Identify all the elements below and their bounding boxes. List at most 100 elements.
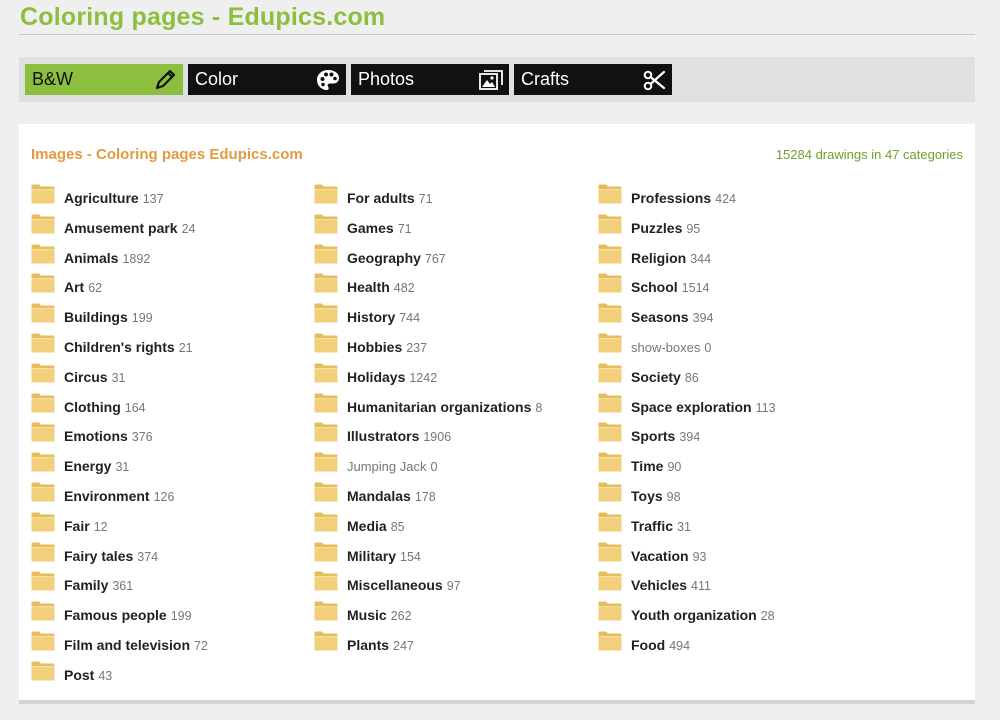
- category-link[interactable]: Vacation 93: [631, 548, 707, 564]
- category-item[interactable]: Health 482: [314, 273, 594, 303]
- category-link[interactable]: Famous people 199: [64, 607, 192, 623]
- category-item[interactable]: Military 154: [314, 542, 594, 572]
- category-link[interactable]: show-boxes 0: [631, 339, 711, 355]
- category-link[interactable]: Environment 126: [64, 488, 174, 504]
- category-link[interactable]: Animals 1892: [64, 250, 150, 266]
- category-item[interactable]: Energy 31: [31, 452, 311, 482]
- category-link[interactable]: Energy 31: [64, 458, 129, 474]
- category-link[interactable]: Food 494: [631, 637, 690, 653]
- category-item[interactable]: Puzzles 95: [598, 214, 878, 244]
- category-link[interactable]: Amusement park 24: [64, 220, 196, 236]
- category-item[interactable]: Vacation 93: [598, 542, 878, 572]
- category-link[interactable]: Games 71: [347, 220, 412, 236]
- category-item[interactable]: Environment 126: [31, 482, 311, 512]
- tab-crafts[interactable]: Crafts: [514, 64, 672, 95]
- category-link[interactable]: Seasons 394: [631, 309, 713, 325]
- category-link[interactable]: Toys 98: [631, 488, 681, 504]
- category-item[interactable]: Seasons 394: [598, 303, 878, 333]
- category-item[interactable]: Fairy tales 374: [31, 542, 311, 572]
- category-link[interactable]: Professions 424: [631, 190, 736, 206]
- category-item[interactable]: Plants 247: [314, 631, 594, 661]
- category-link[interactable]: Puzzles 95: [631, 220, 700, 236]
- category-link[interactable]: Hobbies 237: [347, 339, 427, 355]
- category-link[interactable]: Children's rights 21: [64, 339, 193, 355]
- tab-photos[interactable]: Photos: [351, 64, 509, 95]
- category-link[interactable]: Clothing 164: [64, 399, 146, 415]
- tab-color[interactable]: Color: [188, 64, 346, 95]
- category-link[interactable]: Illustrators 1906: [347, 428, 451, 444]
- category-link[interactable]: Circus 31: [64, 369, 125, 385]
- category-item[interactable]: Post 43: [31, 661, 311, 691]
- category-link[interactable]: Time 90: [631, 458, 681, 474]
- category-link[interactable]: Holidays 1242: [347, 369, 437, 385]
- category-item[interactable]: Time 90: [598, 452, 878, 482]
- category-link[interactable]: Health 482: [347, 279, 415, 295]
- category-link[interactable]: Art 62: [64, 279, 102, 295]
- category-item[interactable]: Holidays 1242: [314, 363, 594, 393]
- category-link[interactable]: Sports 394: [631, 428, 700, 444]
- category-item[interactable]: Animals 1892: [31, 244, 311, 274]
- category-link[interactable]: Music 262: [347, 607, 412, 623]
- category-link[interactable]: Agriculture 137: [64, 190, 164, 206]
- category-link[interactable]: Post 43: [64, 667, 112, 683]
- category-link[interactable]: For adults 71: [347, 190, 433, 206]
- category-item[interactable]: Art 62: [31, 273, 311, 303]
- category-item[interactable]: Geography 767: [314, 244, 594, 274]
- category-item[interactable]: Clothing 164: [31, 393, 311, 423]
- category-item[interactable]: Jumping Jack 0: [314, 452, 594, 482]
- category-item[interactable]: Children's rights 21: [31, 333, 311, 363]
- category-link[interactable]: Mandalas 178: [347, 488, 436, 504]
- category-item[interactable]: Circus 31: [31, 363, 311, 393]
- category-link[interactable]: Buildings 199: [64, 309, 153, 325]
- category-link[interactable]: Family 361: [64, 577, 133, 593]
- category-link[interactable]: Miscellaneous 97: [347, 577, 461, 593]
- category-item[interactable]: Amusement park 24: [31, 214, 311, 244]
- category-link[interactable]: Traffic 31: [631, 518, 691, 534]
- category-link[interactable]: Jumping Jack 0: [347, 458, 437, 474]
- category-item[interactable]: Games 71: [314, 214, 594, 244]
- category-item[interactable]: Religion 344: [598, 244, 878, 274]
- category-link[interactable]: Emotions 376: [64, 428, 153, 444]
- category-link[interactable]: History 744: [347, 309, 420, 325]
- category-link[interactable]: Media 85: [347, 518, 405, 534]
- category-item[interactable]: Family 361: [31, 571, 311, 601]
- category-item[interactable]: Music 262: [314, 601, 594, 631]
- category-item[interactable]: Sports 394: [598, 422, 878, 452]
- category-item[interactable]: Mandalas 178: [314, 482, 594, 512]
- category-link[interactable]: Religion 344: [631, 250, 711, 266]
- category-item[interactable]: Film and television 72: [31, 631, 311, 661]
- category-item[interactable]: show-boxes 0: [598, 333, 878, 363]
- category-item[interactable]: Fair 12: [31, 512, 311, 542]
- category-link[interactable]: Space exploration 113: [631, 399, 776, 415]
- category-link[interactable]: Society 86: [631, 369, 699, 385]
- category-link[interactable]: Plants 247: [347, 637, 414, 653]
- category-link[interactable]: Fairy tales 374: [64, 548, 158, 564]
- category-item[interactable]: Society 86: [598, 363, 878, 393]
- category-item[interactable]: Professions 424: [598, 184, 878, 214]
- category-link[interactable]: Geography 767: [347, 250, 446, 266]
- category-item[interactable]: Agriculture 137: [31, 184, 311, 214]
- category-link[interactable]: Vehicles 411: [631, 577, 711, 593]
- category-link[interactable]: Military 154: [347, 548, 421, 564]
- category-link[interactable]: Youth organization 28: [631, 607, 775, 623]
- category-item[interactable]: Space exploration 113: [598, 393, 878, 423]
- category-item[interactable]: Illustrators 1906: [314, 422, 594, 452]
- category-item[interactable]: Famous people 199: [31, 601, 311, 631]
- category-link[interactable]: Humanitarian organizations 8: [347, 399, 542, 415]
- category-link[interactable]: School 1514: [631, 279, 709, 295]
- category-item[interactable]: Buildings 199: [31, 303, 311, 333]
- category-item[interactable]: Hobbies 237: [314, 333, 594, 363]
- category-item[interactable]: History 744: [314, 303, 594, 333]
- category-item[interactable]: Media 85: [314, 512, 594, 542]
- tab-bw[interactable]: B&W: [25, 64, 183, 95]
- category-item[interactable]: School 1514: [598, 273, 878, 303]
- category-item[interactable]: Youth organization 28: [598, 601, 878, 631]
- category-link[interactable]: Fair 12: [64, 518, 108, 534]
- category-item[interactable]: Food 494: [598, 631, 878, 661]
- category-item[interactable]: Miscellaneous 97: [314, 571, 594, 601]
- category-item[interactable]: Traffic 31: [598, 512, 878, 542]
- category-link[interactable]: Film and television 72: [64, 637, 208, 653]
- category-item[interactable]: Emotions 376: [31, 422, 311, 452]
- category-item[interactable]: Toys 98: [598, 482, 878, 512]
- category-item[interactable]: Vehicles 411: [598, 571, 878, 601]
